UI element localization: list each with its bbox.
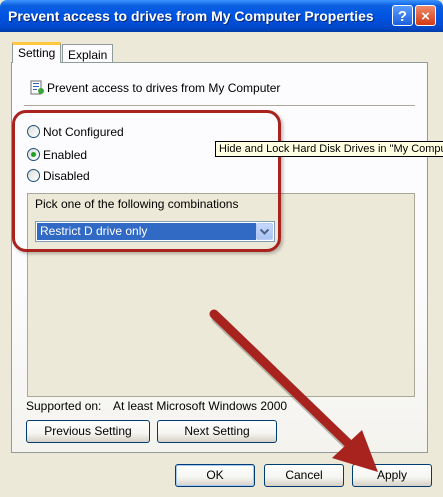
cancel-button[interactable]: Cancel [264,464,344,487]
supported-value: At least Microsoft Windows 2000 [113,399,288,413]
help-button[interactable]: ? [392,5,413,26]
close-button[interactable]: × [415,5,436,26]
previous-setting-button[interactable]: Previous Setting [26,420,150,443]
title-bar[interactable]: Prevent access to drives from My Compute… [0,0,443,32]
policy-icon [30,80,44,95]
ok-button[interactable]: OK [175,464,255,487]
supported-label: Supported on: [26,399,102,413]
divider [24,105,415,107]
apply-button[interactable]: Apply [352,464,432,487]
annotation-highlight [12,110,281,252]
window-title: Prevent access to drives from My Compute… [8,8,374,24]
policy-title: Prevent access to drives from My Compute… [47,81,281,95]
properties-dialog: Prevent access to drives from My Compute… [0,0,443,497]
tooltip: Hide and Lock Hard Disk Drives in "My Co… [215,141,443,157]
tab-explain[interactable]: Explain [62,44,114,64]
next-setting-button[interactable]: Next Setting [157,420,277,443]
tab-setting[interactable]: Setting [12,42,62,63]
